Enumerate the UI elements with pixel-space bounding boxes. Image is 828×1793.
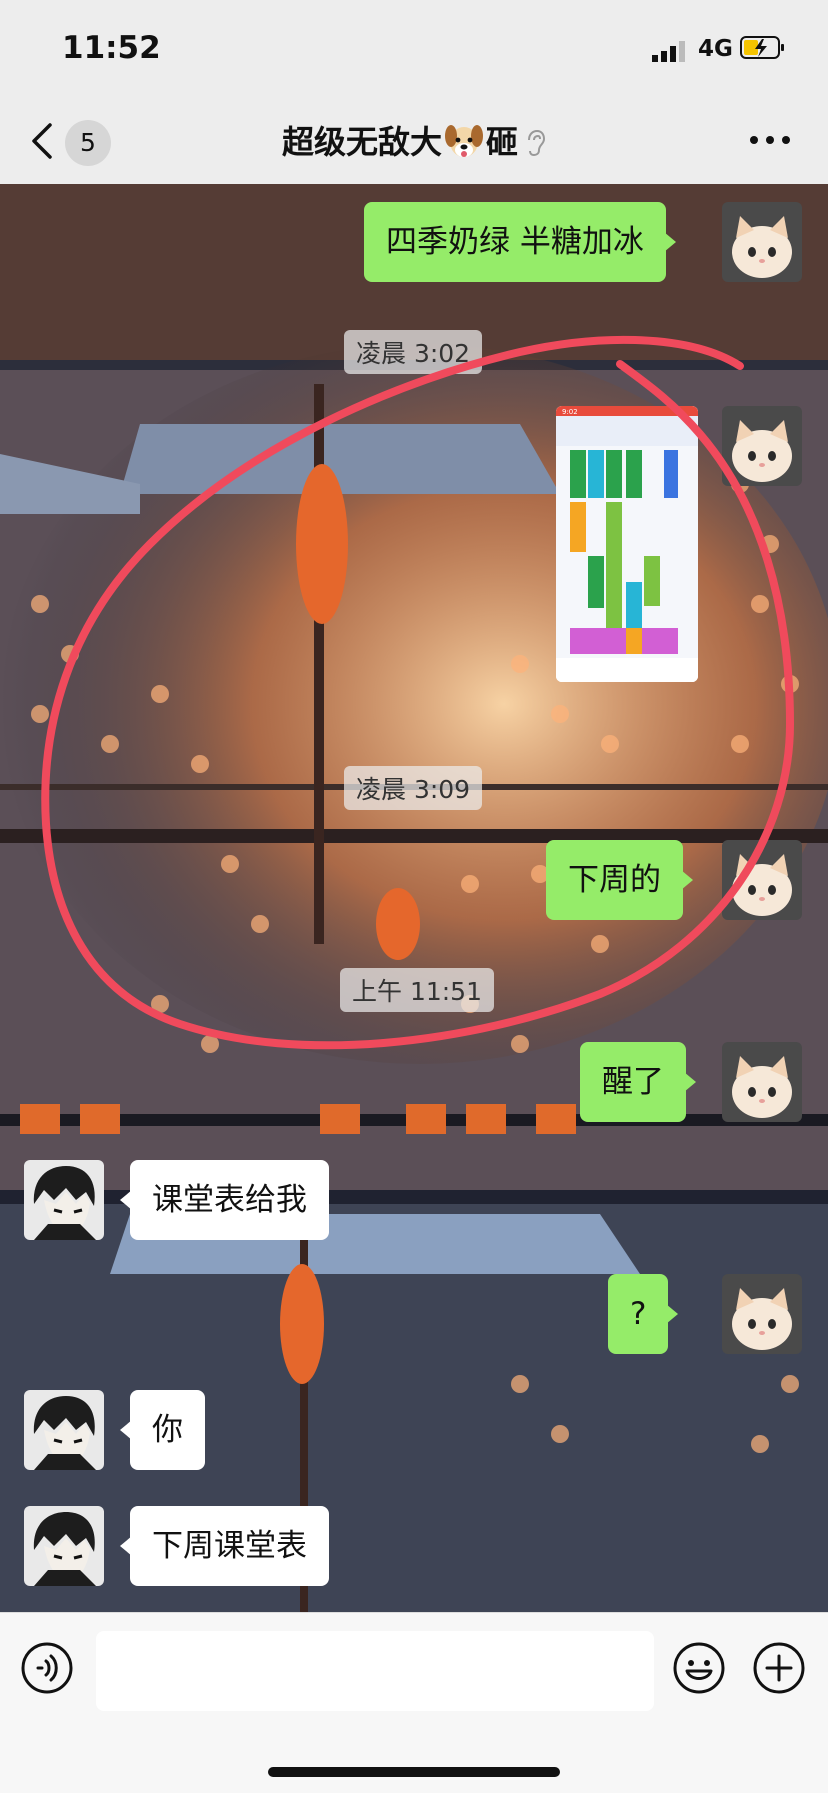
status-bar: 11:52 4G bbox=[0, 0, 828, 98]
more-dots-icon[interactable] bbox=[748, 133, 792, 147]
anime-avatar-icon bbox=[24, 1506, 104, 1586]
message-bubble-incoming[interactable]: 课堂表给我 bbox=[120, 1160, 329, 1240]
signal-icon bbox=[652, 41, 685, 62]
contact-avatar[interactable] bbox=[24, 1506, 104, 1586]
cat-avatar-icon bbox=[722, 1042, 802, 1122]
message-bubble-outgoing[interactable]: 四季奶绿 半糖加冰 bbox=[364, 202, 676, 282]
chat-title-left: 超级无敌大 bbox=[281, 123, 442, 161]
cat-avatar-icon bbox=[722, 1274, 802, 1354]
anime-avatar-icon bbox=[24, 1160, 104, 1240]
my-avatar[interactable] bbox=[722, 1274, 802, 1354]
cat-avatar-icon bbox=[722, 840, 802, 920]
message-bubble-outgoing[interactable]: ? bbox=[608, 1274, 680, 1354]
voice-icon[interactable] bbox=[20, 1641, 74, 1695]
dog-emoji-icon bbox=[445, 125, 483, 157]
my-avatar[interactable] bbox=[722, 1042, 802, 1122]
chat-title-right: 砸 bbox=[486, 123, 519, 161]
my-avatar[interactable] bbox=[722, 202, 802, 282]
chat-header: 5 超级无敌大 砸 bbox=[0, 98, 828, 184]
timetable-screenshot: 9:02 bbox=[556, 406, 698, 682]
chat-title[interactable]: 超级无敌大 砸 bbox=[0, 117, 828, 163]
home-indicator bbox=[268, 1767, 560, 1777]
battery-charging-icon bbox=[740, 36, 784, 59]
thumbnail-time: 9:02 bbox=[562, 408, 578, 416]
timestamp: 上午 11:51 bbox=[340, 968, 494, 1012]
cat-avatar-icon bbox=[722, 406, 802, 486]
input-bar bbox=[0, 1612, 828, 1793]
message-input[interactable] bbox=[96, 1631, 654, 1711]
my-avatar[interactable] bbox=[722, 406, 802, 486]
timestamp: 凌晨 3:09 bbox=[344, 766, 483, 810]
cat-avatar-icon bbox=[722, 202, 802, 282]
contact-avatar[interactable] bbox=[24, 1390, 104, 1470]
plus-icon[interactable] bbox=[752, 1641, 806, 1695]
status-time: 11:52 bbox=[62, 30, 161, 66]
ear-icon bbox=[528, 129, 546, 157]
message-bubble-outgoing[interactable]: 醒了 bbox=[580, 1042, 696, 1122]
contact-avatar[interactable] bbox=[24, 1160, 104, 1240]
network-label: 4G bbox=[698, 36, 733, 62]
message-bubble-incoming[interactable]: 下周课堂表 bbox=[120, 1506, 329, 1586]
message-bubble-outgoing[interactable]: 下周的 bbox=[546, 840, 693, 920]
emoji-icon[interactable] bbox=[672, 1641, 726, 1695]
message-bubble-incoming[interactable]: 你 bbox=[120, 1390, 205, 1470]
timetable-image-message[interactable]: 9:02 bbox=[556, 406, 698, 682]
timestamp: 凌晨 3:02 bbox=[344, 330, 483, 374]
anime-avatar-icon bbox=[24, 1390, 104, 1470]
my-avatar[interactable] bbox=[722, 840, 802, 920]
chat-area[interactable]: 四季奶绿 半糖加冰 凌晨 3:02 9:02 凌晨 3:09 下周的 上午 11… bbox=[0, 184, 828, 1612]
chat-background bbox=[0, 184, 828, 1612]
